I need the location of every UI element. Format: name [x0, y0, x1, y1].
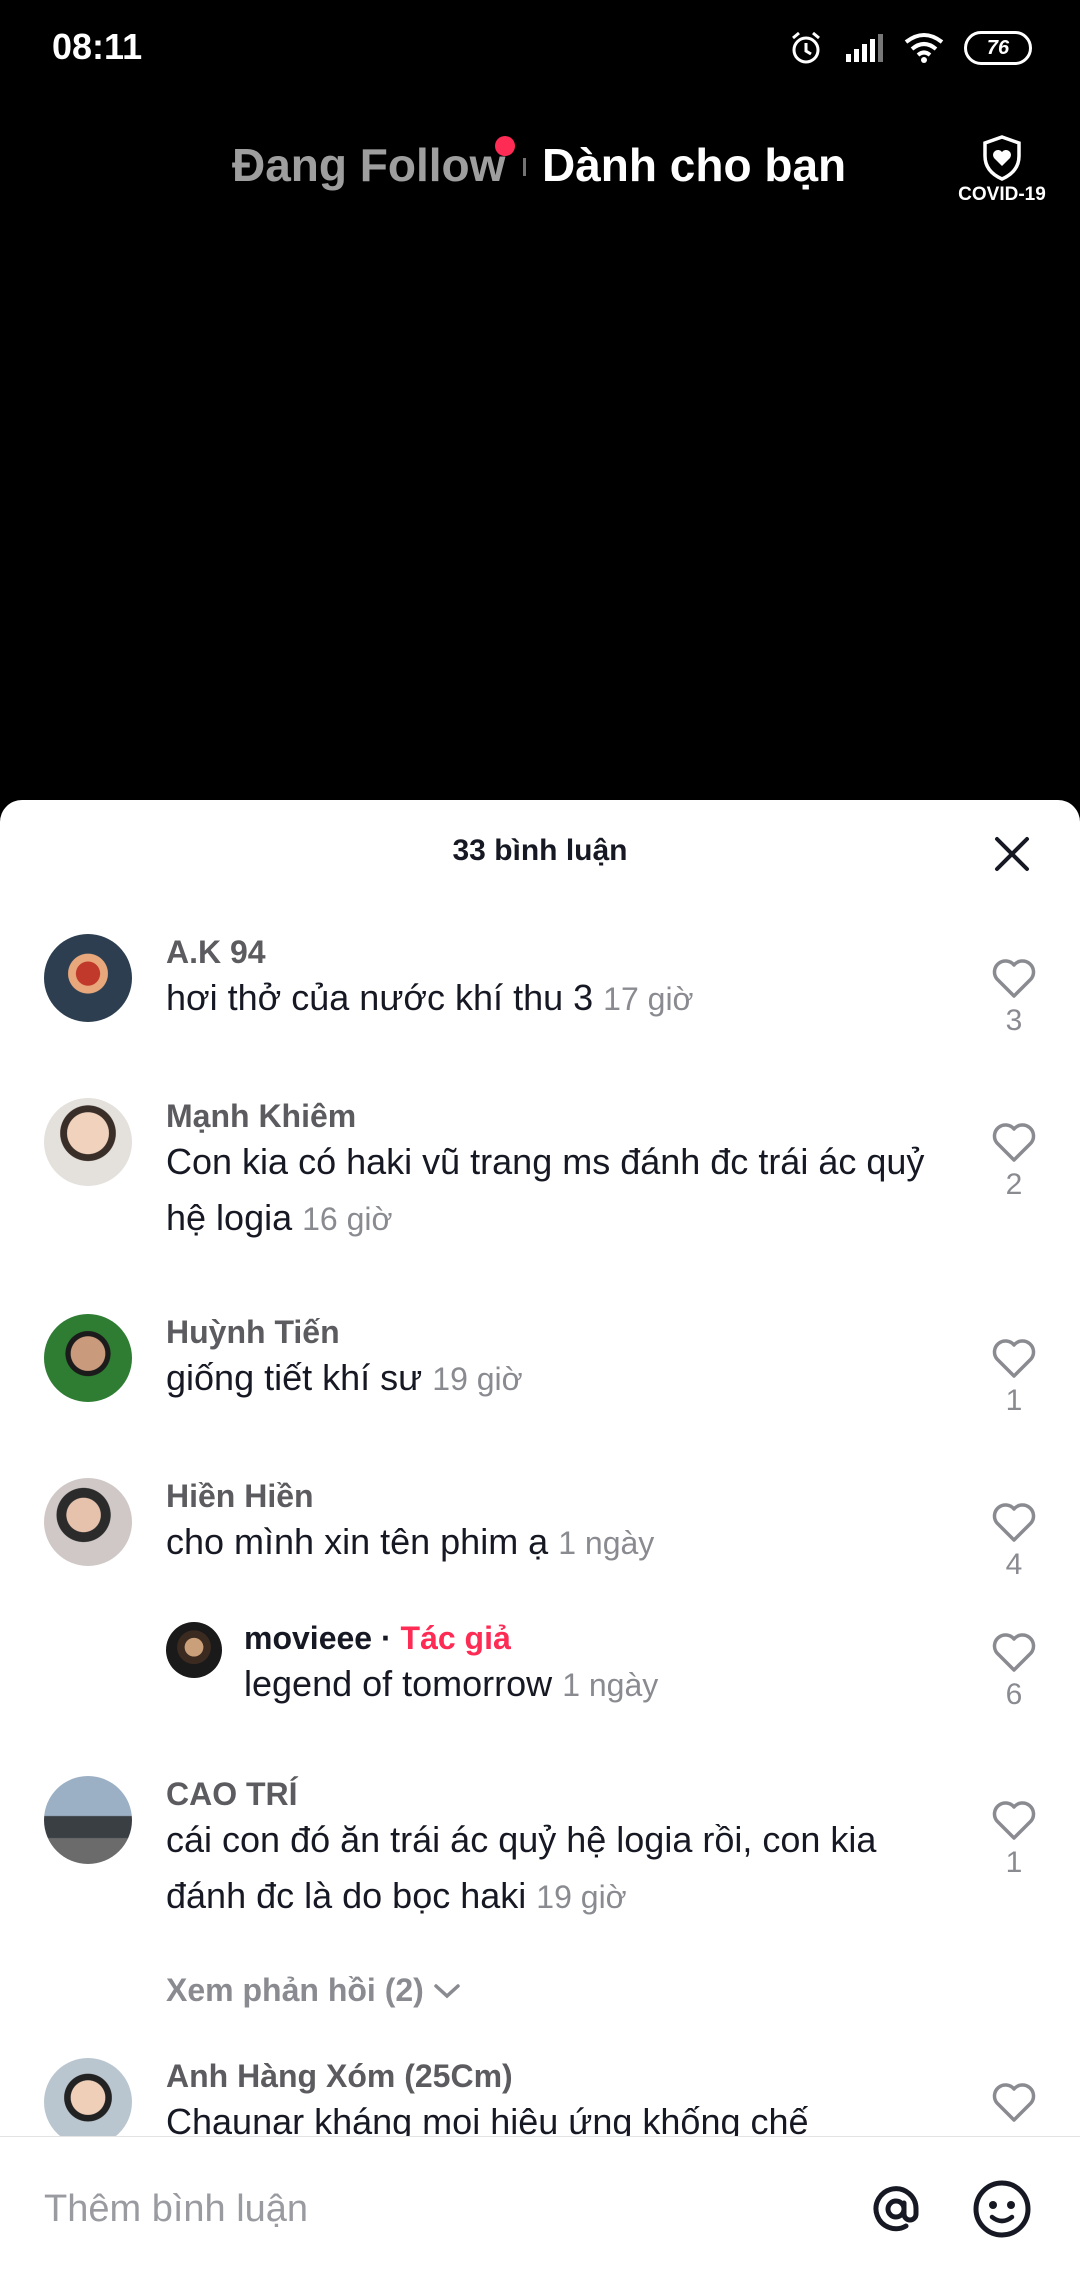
- heart-icon: [992, 959, 1036, 998]
- comment-time: 19 giờ: [432, 1361, 523, 1397]
- comment-input-bar: [0, 2136, 1080, 2280]
- battery-icon: 76: [964, 31, 1032, 65]
- avatar[interactable]: [44, 1314, 132, 1402]
- emoji-icon: [966, 2180, 1038, 2249]
- notification-dot: [495, 136, 515, 156]
- heart-icon: [992, 1123, 1036, 1162]
- close-button[interactable]: [988, 832, 1036, 880]
- reply-author[interactable]: movieee: [244, 1620, 372, 1656]
- wifi-icon: [904, 32, 944, 64]
- like-button[interactable]: 4: [984, 1500, 1044, 1582]
- top-nav: Đang Follow Dành cho bạn COVID-19: [0, 128, 1080, 208]
- comment-item: Huỳnh Tiến giống tiết khí sư 19 giờ 1: [0, 1314, 1080, 1434]
- like-button[interactable]: [984, 2080, 1044, 2124]
- comment-text: giống tiết khí sư 19 giờ: [166, 1350, 956, 1407]
- avatar[interactable]: [44, 1478, 132, 1566]
- heart-icon: [992, 1801, 1036, 1840]
- comments-header: 33 bình luận: [0, 800, 1080, 904]
- comment-body: hơi thở của nước khí thu 3: [166, 977, 594, 1018]
- status-icons: 76: [788, 26, 1032, 70]
- reply-time: 1 ngày: [562, 1667, 659, 1703]
- at-icon: [860, 2186, 932, 2249]
- status-time: 08:11: [52, 26, 143, 67]
- heart-icon: [992, 1633, 1036, 1672]
- avatar[interactable]: [44, 2058, 132, 2138]
- comment-author[interactable]: CAO TRÍ: [166, 1776, 298, 1813]
- heart-icon: [992, 2083, 1036, 2122]
- like-count: 3: [1005, 1004, 1023, 1037]
- like-button[interactable]: 3: [984, 956, 1044, 1038]
- reply-text: legend of tomorrow 1 ngày: [244, 1656, 956, 1713]
- comment-time: 16 giờ: [302, 1201, 393, 1237]
- comment-text: cái con đó ăn trái ác quỷ hệ logia rồi, …: [166, 1812, 956, 1925]
- comment-author[interactable]: Hiền Hiền: [166, 1478, 314, 1515]
- avatar[interactable]: [44, 934, 132, 1022]
- tab-following[interactable]: Đang Follow: [232, 138, 505, 192]
- reply-item: movieee · Tác giả legend of tomorrow 1 n…: [0, 1618, 1080, 1738]
- like-button[interactable]: 2: [984, 1120, 1044, 1202]
- tab-divider: [523, 158, 526, 176]
- like-button[interactable]: 1: [984, 1336, 1044, 1418]
- comment-item: Mạnh Khiêm Con kia có haki vũ trang ms đ…: [0, 1098, 1080, 1268]
- emoji-button[interactable]: [966, 2173, 1038, 2245]
- comment-time: 1 ngày: [558, 1525, 655, 1561]
- view-replies-label: Xem phản hồi (2): [166, 1972, 424, 2008]
- reply-author-line: movieee · Tác giả: [244, 1620, 511, 1657]
- avatar[interactable]: [166, 1622, 222, 1678]
- comment-body: Chaunar kháng mọi hiệu ứng khống chế: [166, 2101, 809, 2138]
- close-icon: [992, 834, 1032, 879]
- signal-icon: [844, 32, 884, 64]
- author-badge: Tác giả: [400, 1620, 511, 1656]
- reply-body: legend of tomorrow: [244, 1663, 553, 1704]
- comment-body: giống tiết khí sư: [166, 1357, 423, 1398]
- separator-dot: ·: [372, 1620, 401, 1656]
- tab-for-you[interactable]: Dành cho bạn: [542, 138, 846, 192]
- comment-text: Chaunar kháng mọi hiệu ứng khống chế: [166, 2094, 956, 2138]
- like-count: 1: [1005, 1846, 1023, 1879]
- avatar[interactable]: [44, 1776, 132, 1864]
- comment-item: Hiền Hiền cho mình xin tên phim ạ 1 ngày…: [0, 1478, 1080, 1598]
- shield-heart-icon: [954, 134, 1050, 182]
- heart-icon: [992, 1339, 1036, 1378]
- comment-body: cho mình xin tên phim ạ: [166, 1521, 549, 1562]
- comment-text: cho mình xin tên phim ạ 1 ngày: [166, 1514, 956, 1571]
- comment-item: A.K 94 hơi thở của nước khí thu 3 17 giờ…: [0, 934, 1080, 1054]
- comment-author[interactable]: A.K 94: [166, 934, 266, 971]
- like-count: 1: [1005, 1384, 1023, 1417]
- covid-label: COVID-19: [958, 184, 1046, 205]
- like-count: 6: [1005, 1678, 1023, 1711]
- heart-icon: [992, 1503, 1036, 1542]
- like-button[interactable]: 1: [984, 1798, 1044, 1880]
- covid-button[interactable]: COVID-19: [954, 134, 1050, 206]
- like-count: 4: [1005, 1548, 1023, 1581]
- comment-body: Con kia có haki vũ trang ms đánh đc trái…: [166, 1141, 925, 1238]
- view-replies-button[interactable]: Xem phản hồi (2): [166, 1972, 462, 2009]
- comment-author[interactable]: Mạnh Khiêm: [166, 1098, 356, 1135]
- comment-item: Anh Hàng Xóm (25Cm) Chaunar kháng mọi hi…: [0, 2058, 1080, 2138]
- comment-time: 17 giờ: [603, 981, 694, 1017]
- comment-body: cái con đó ăn trái ác quỷ hệ logia rồi, …: [166, 1819, 877, 1916]
- comment-count: 33 bình luận: [452, 834, 628, 867]
- comment-input[interactable]: [44, 2179, 804, 2239]
- chevron-down-icon: [432, 1972, 462, 2009]
- comment-item: CAO TRÍ cái con đó ăn trái ác quỷ hệ log…: [0, 1776, 1080, 1946]
- battery-level: 76: [986, 36, 1010, 59]
- avatar[interactable]: [44, 1098, 132, 1186]
- comment-author[interactable]: Anh Hàng Xóm (25Cm): [166, 2058, 513, 2095]
- comment-time: 19 giờ: [536, 1879, 627, 1915]
- comment-text: Con kia có haki vũ trang ms đánh đc trái…: [166, 1134, 956, 1247]
- comment-text: hơi thở của nước khí thu 3 17 giờ: [166, 970, 956, 1027]
- alarm-icon: [788, 30, 824, 66]
- mention-button[interactable]: [860, 2173, 932, 2245]
- like-count: 2: [1005, 1168, 1023, 1201]
- status-bar: 08:11 76: [0, 0, 1080, 96]
- comments-sheet: 33 bình luận A.K 94 hơi thở của nước khí…: [0, 800, 1080, 2280]
- like-button[interactable]: 6: [984, 1630, 1044, 1712]
- comment-author[interactable]: Huỳnh Tiến: [166, 1314, 340, 1351]
